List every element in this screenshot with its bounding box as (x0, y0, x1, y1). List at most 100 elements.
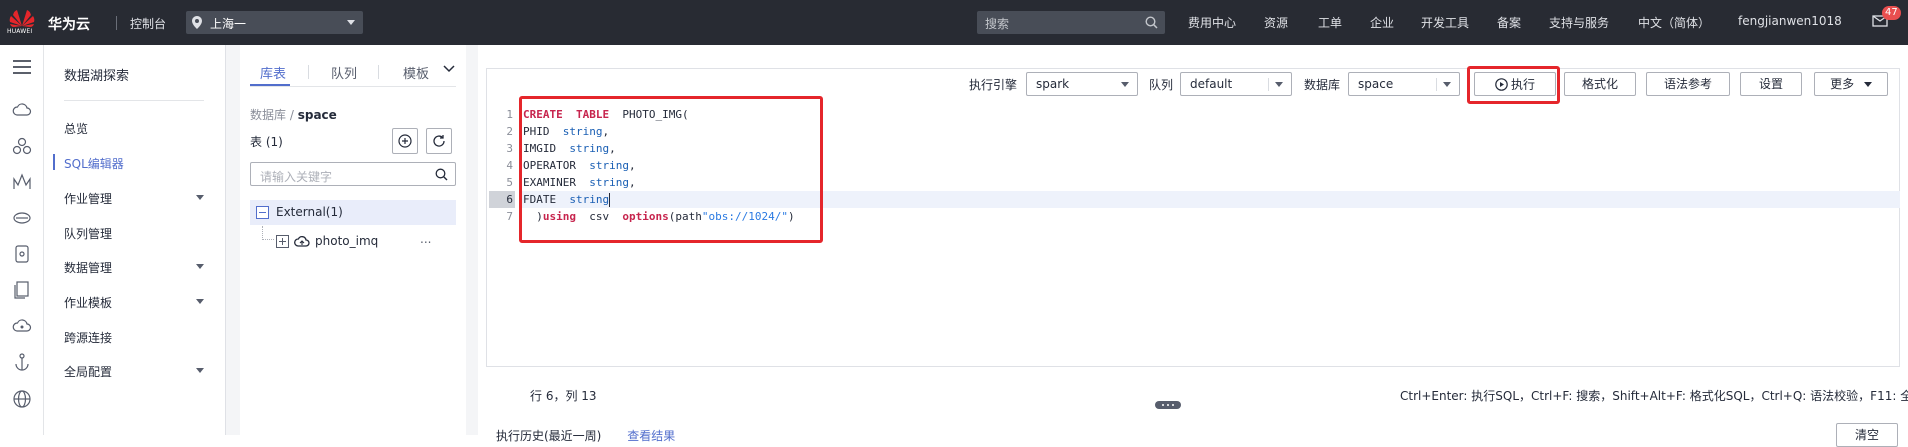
highlight-run-button (1467, 66, 1560, 104)
queue-select[interactable]: default (1180, 72, 1292, 96)
cloud-table-icon (294, 234, 310, 248)
line-number: 7 (506, 210, 513, 223)
globe-icon[interactable] (12, 389, 32, 409)
chevron-down-icon (196, 368, 204, 373)
sidebar-item-data-management[interactable]: 数据管理 (64, 259, 214, 276)
chevron-down-icon (1121, 82, 1129, 87)
add-table-button[interactable] (392, 128, 418, 154)
table-count: 表 (1) (250, 135, 283, 149)
gutter (466, 45, 478, 435)
brand-name[interactable]: 华为云 (48, 14, 90, 34)
divider (116, 16, 117, 30)
line-number: 1 (506, 108, 513, 121)
breadcrumb-current: space (297, 108, 337, 122)
more-options-button[interactable]: ... (420, 232, 431, 246)
sidebar-title: 数据湖探索 (64, 69, 130, 84)
anchor-icon[interactable] (12, 353, 32, 371)
breadcrumb: 数据库 / space (250, 106, 337, 123)
line-number: 5 (506, 176, 513, 189)
nav-support[interactable]: 支持与服务 (1549, 14, 1609, 31)
cloud-service-icon[interactable] (12, 101, 32, 119)
huawei-logo[interactable]: HUAWEI (7, 6, 36, 38)
chevron-down-icon[interactable] (443, 65, 455, 73)
document-icon[interactable] (12, 281, 32, 299)
sidebar-item-job-templates[interactable]: 作业模板 (64, 294, 214, 311)
analytics-icon[interactable] (12, 173, 32, 191)
resize-handle[interactable] (1155, 401, 1181, 409)
chevron-down-icon (196, 195, 204, 200)
table-search-input[interactable]: 请输入关键字 (250, 162, 456, 186)
sidebar-item-sql-editor[interactable]: SQL编辑器 (64, 155, 214, 172)
highlight-sql-code (519, 96, 823, 243)
sidebar-item-label: 数据管理 (64, 261, 113, 275)
active-indicator (53, 154, 55, 170)
console-link[interactable]: 控制台 (130, 15, 166, 32)
search-icon[interactable] (435, 168, 448, 181)
menu-icon[interactable] (12, 59, 32, 75)
nav-tickets[interactable]: 工单 (1318, 14, 1342, 31)
settings-button[interactable]: 设置 (1740, 72, 1802, 96)
nav-billing[interactable]: 费用中心 (1188, 14, 1236, 31)
collapse-icon[interactable] (256, 206, 269, 219)
cloud-sync-icon[interactable] (12, 317, 32, 335)
database-panel: 库表 队列 模板 数据库 / space 表 (1) 请输入关键字 Extern… (240, 45, 466, 435)
tab-templates[interactable]: 模板 (403, 63, 429, 82)
nav-language[interactable]: 中文（简体） (1638, 14, 1710, 31)
cluster-icon[interactable] (12, 137, 32, 155)
database-select[interactable]: space (1348, 72, 1460, 96)
database-icon[interactable] (12, 245, 32, 263)
region-select[interactable]: 上海一 (186, 11, 363, 34)
sidebar-item-queue-management[interactable]: 队列管理 (64, 225, 214, 242)
breadcrumb-root[interactable]: 数据库 (250, 108, 286, 122)
tree-connector (262, 226, 263, 240)
storage-icon[interactable] (12, 209, 32, 227)
sidebar-item-label: 作业管理 (64, 192, 113, 206)
brand-sub: HUAWEI (7, 28, 33, 35)
keyboard-shortcuts-hint: Ctrl+Enter: 执行SQL，Ctrl+F: 搜索，Shift+Alt+F… (1400, 389, 1908, 403)
divider (1436, 78, 1437, 91)
engine-value: spark (1036, 77, 1070, 91)
queue-value: default (1190, 77, 1233, 91)
sidebar-item-global-config[interactable]: 全局配置 (64, 363, 214, 380)
divider (308, 65, 309, 79)
nav-filing[interactable]: 备案 (1497, 14, 1521, 31)
chevron-down-icon (1863, 82, 1872, 87)
divider (378, 65, 379, 79)
tab-history[interactable]: 执行历史(最近一周) (496, 429, 601, 443)
search-icon[interactable] (1145, 16, 1158, 29)
tab-results[interactable]: 查看结果 (627, 429, 675, 443)
tab-queues[interactable]: 队列 (331, 63, 357, 82)
gutter (226, 45, 240, 435)
tree-connector (262, 239, 274, 240)
tree-node-external[interactable]: External(1) (250, 200, 456, 225)
tab-databases[interactable]: 库表 (260, 63, 286, 82)
sidebar-item-job-management[interactable]: 作业管理 (64, 190, 214, 207)
syntax-reference-button[interactable]: 语法参考 (1646, 72, 1730, 96)
database-label: 数据库 (1304, 78, 1341, 92)
nav-username[interactable]: fengjianwen1018 (1738, 14, 1842, 28)
nav-enterprise[interactable]: 企业 (1370, 14, 1394, 31)
line-number: 3 (506, 142, 513, 155)
expand-icon[interactable] (276, 235, 289, 248)
nav-resources[interactable]: 资源 (1264, 14, 1288, 31)
refresh-button[interactable] (426, 128, 452, 154)
engine-select[interactable]: spark (1026, 72, 1138, 96)
nav-devtools[interactable]: 开发工具 (1421, 14, 1469, 31)
sidebar-item-overview[interactable]: 总览 (64, 120, 214, 137)
format-button[interactable]: 格式化 (1564, 72, 1636, 96)
region-value: 上海一 (210, 17, 247, 31)
tree-node-label: External(1) (276, 205, 343, 219)
divider (250, 86, 456, 87)
global-search-input[interactable]: 搜索 (977, 11, 1165, 34)
chevron-down-icon (1275, 82, 1283, 87)
clear-button[interactable]: 清空 (1836, 423, 1898, 447)
tree-node-label: photo_imq (315, 234, 379, 248)
more-button[interactable]: 更多 (1814, 72, 1888, 96)
divider (1268, 78, 1269, 91)
chevron-down-icon (196, 299, 204, 304)
chevron-down-icon (347, 20, 355, 25)
sidebar-item-datasource-connections[interactable]: 跨源连接 (64, 329, 214, 346)
line-number-current: 6 (489, 191, 515, 208)
tree-node-table[interactable]: photo_imq ... (276, 232, 456, 252)
queue-label: 队列 (1149, 78, 1174, 92)
